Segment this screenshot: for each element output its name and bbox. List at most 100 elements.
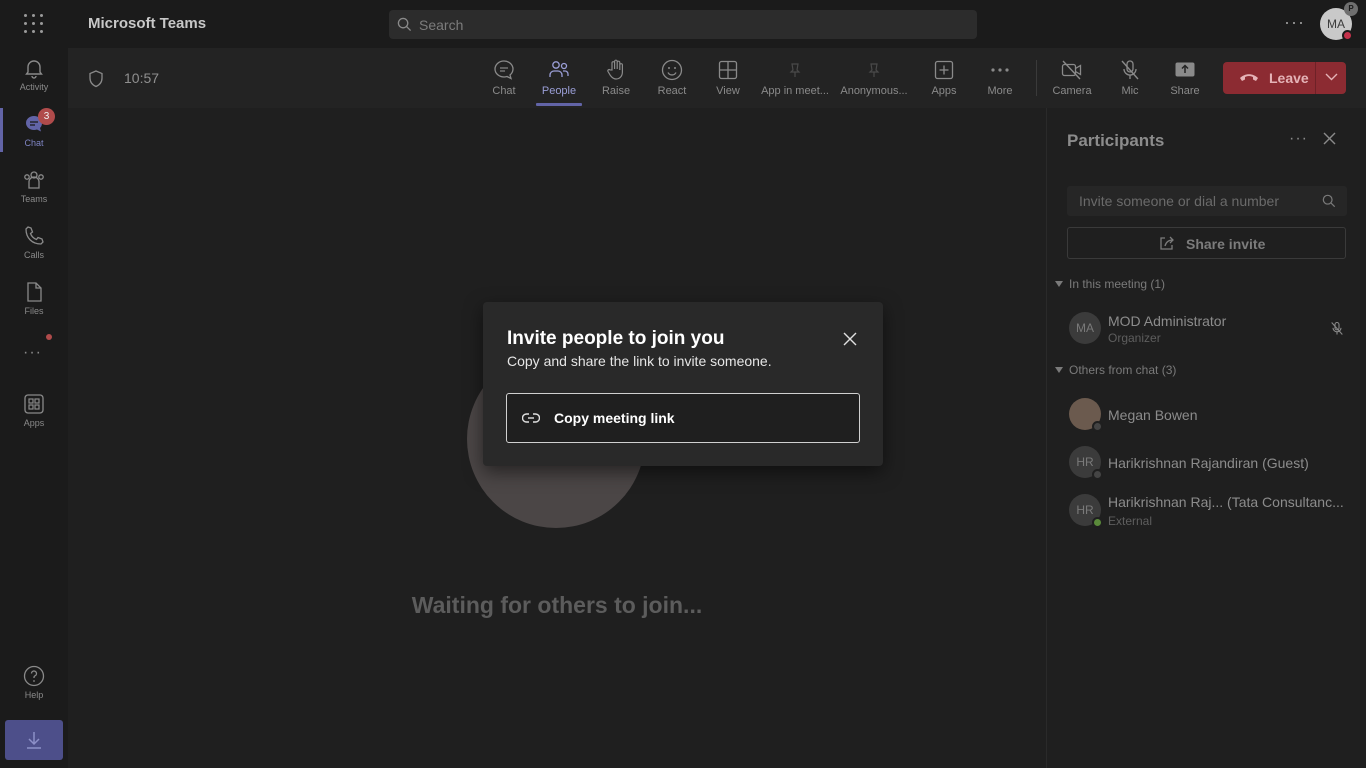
- caret-down-icon: [1055, 367, 1063, 373]
- participant-row[interactable]: HR Harikrishnan Rajandiran (Guest): [1047, 438, 1366, 486]
- user-avatar[interactable]: MA P: [1320, 2, 1358, 41]
- app-pin-icon: [868, 63, 880, 77]
- add-app-icon: [934, 60, 954, 80]
- toolbar-view-button[interactable]: View: [706, 48, 750, 108]
- smiley-icon: [661, 59, 683, 81]
- rail-label: Activity: [19, 82, 49, 92]
- avatar: HR: [1069, 494, 1103, 528]
- share-screen-icon: [1175, 62, 1195, 77]
- panel-more-icon[interactable]: ···: [1289, 130, 1308, 148]
- search-icon[interactable]: [1322, 194, 1336, 208]
- app-title: Microsoft Teams: [88, 15, 207, 32]
- download-app-button[interactable]: [5, 720, 63, 760]
- presence-available-icon: [1092, 517, 1103, 528]
- copy-meeting-link-button[interactable]: Copy meeting link: [506, 393, 860, 443]
- people-icon: [549, 61, 569, 77]
- meeting-timer: 10:57: [124, 70, 160, 86]
- apps-icon: [24, 394, 44, 414]
- avatar-initials: HR: [1076, 455, 1094, 469]
- rail-item-activity[interactable]: Activity: [0, 48, 68, 104]
- toolbar-label: Anonymous...: [840, 85, 908, 97]
- app-pin-icon: [789, 63, 801, 77]
- section-in-meeting[interactable]: In this meeting (1): [1055, 277, 1165, 291]
- chat-unread-badge: 3: [38, 108, 55, 125]
- invite-input[interactable]: [1079, 186, 1309, 216]
- toolbar-label: More: [987, 85, 1013, 97]
- toolbar-mic-button[interactable]: Mic: [1108, 48, 1152, 108]
- participant-row[interactable]: HR Harikrishnan Raj... (Tata Consultanc.…: [1047, 486, 1366, 534]
- hang-up-icon: [1240, 74, 1258, 81]
- invite-search-box[interactable]: [1067, 186, 1347, 216]
- toolbar-label: Camera: [1052, 85, 1092, 97]
- search-input[interactable]: [419, 10, 959, 39]
- presence-offline-icon: [1092, 421, 1103, 432]
- help-icon: [23, 665, 45, 687]
- close-icon[interactable]: [843, 332, 857, 346]
- participant-name: MOD Administrator: [1108, 313, 1227, 329]
- toolbar-label: Chat: [492, 85, 516, 97]
- teams-icon: [24, 171, 44, 189]
- presence-offline-icon: [1092, 469, 1103, 480]
- search-box[interactable]: [389, 10, 977, 39]
- rail-label: Help: [24, 690, 44, 700]
- waiting-message: Waiting for others to join...: [411, 592, 703, 618]
- rail-label: Teams: [20, 194, 48, 204]
- app-launcher-icon[interactable]: [24, 14, 44, 34]
- toolbar-raise-button[interactable]: Raise: [594, 48, 638, 108]
- leave-label: Leave: [1269, 70, 1309, 86]
- top-bar: Microsoft Teams ··· MA P: [0, 0, 1366, 48]
- leave-options-dropdown[interactable]: [1315, 62, 1346, 94]
- section-others-from-chat[interactable]: Others from chat (3): [1055, 363, 1176, 377]
- rail-item-apps[interactable]: Apps: [0, 384, 68, 440]
- toolbar-react-button[interactable]: React: [650, 48, 694, 108]
- phone-icon: [25, 226, 44, 245]
- download-icon: [27, 732, 41, 749]
- user-initials: MA: [1327, 17, 1345, 31]
- rail-label: Apps: [23, 418, 45, 428]
- participant-name: Harikrishnan Rajandiran (Guest): [1108, 455, 1309, 471]
- presence-busy-icon: [1342, 30, 1353, 41]
- toolbar-camera-button[interactable]: Camera: [1050, 48, 1094, 108]
- toolbar-label: Share: [1170, 85, 1200, 97]
- copy-meeting-link-label: Copy meeting link: [554, 410, 675, 426]
- toolbar-label: React: [657, 85, 687, 97]
- rail-item-help[interactable]: Help: [0, 656, 68, 712]
- participant-role: Organizer: [1108, 331, 1161, 345]
- settings-more-icon[interactable]: ···: [1284, 12, 1305, 33]
- caret-down-icon: [1055, 281, 1063, 287]
- rail-item-teams[interactable]: Teams: [0, 160, 68, 216]
- toolbar-people-button[interactable]: People: [536, 48, 582, 108]
- rail-item-files[interactable]: Files: [0, 272, 68, 328]
- rail-label: Chat: [24, 138, 44, 148]
- toolbar-label: Mic: [1121, 85, 1139, 97]
- avatar: MA: [1069, 312, 1101, 344]
- toolbar-app-in-meeting-button[interactable]: App in meet...: [758, 48, 832, 108]
- toolbar-chat-button[interactable]: Chat: [482, 48, 526, 108]
- participant-role: External: [1108, 514, 1153, 528]
- toolbar-share-button[interactable]: Share: [1162, 48, 1208, 108]
- participant-name: Harikrishnan Raj... (Tata Consultanc...: [1108, 494, 1344, 510]
- mic-off-icon[interactable]: [1329, 320, 1345, 337]
- rail-item-calls[interactable]: Calls: [0, 216, 68, 272]
- close-icon[interactable]: [1323, 132, 1336, 145]
- more-apps-icon[interactable]: ···: [23, 344, 42, 362]
- toolbar-label: View: [716, 85, 740, 97]
- toolbar-apps-button[interactable]: Apps: [922, 48, 966, 108]
- rail-label: Calls: [23, 250, 44, 260]
- toolbar-label: People: [541, 85, 577, 97]
- meeting-toolbar: 10:57 Chat People Raise React View App i…: [68, 48, 1366, 108]
- rail-item-chat[interactable]: Chat: [0, 104, 68, 160]
- search-icon: [397, 17, 412, 32]
- toolbar-anonymous-button[interactable]: Anonymous...: [838, 48, 910, 108]
- shield-icon[interactable]: [88, 70, 104, 88]
- camera-off-icon: [1061, 60, 1082, 80]
- avatar: [1069, 398, 1103, 432]
- participant-row[interactable]: Megan Bowen: [1047, 390, 1366, 438]
- toolbar-more-button[interactable]: More: [978, 48, 1022, 108]
- dialog-subtitle: Copy and share the link to invite someon…: [507, 353, 772, 369]
- file-icon: [27, 282, 42, 302]
- leave-button[interactable]: Leave: [1223, 62, 1315, 94]
- mic-off-icon: [1121, 60, 1139, 80]
- participant-row[interactable]: MA MOD Administrator Organizer: [1047, 304, 1366, 352]
- share-invite-button[interactable]: Share invite: [1067, 227, 1346, 259]
